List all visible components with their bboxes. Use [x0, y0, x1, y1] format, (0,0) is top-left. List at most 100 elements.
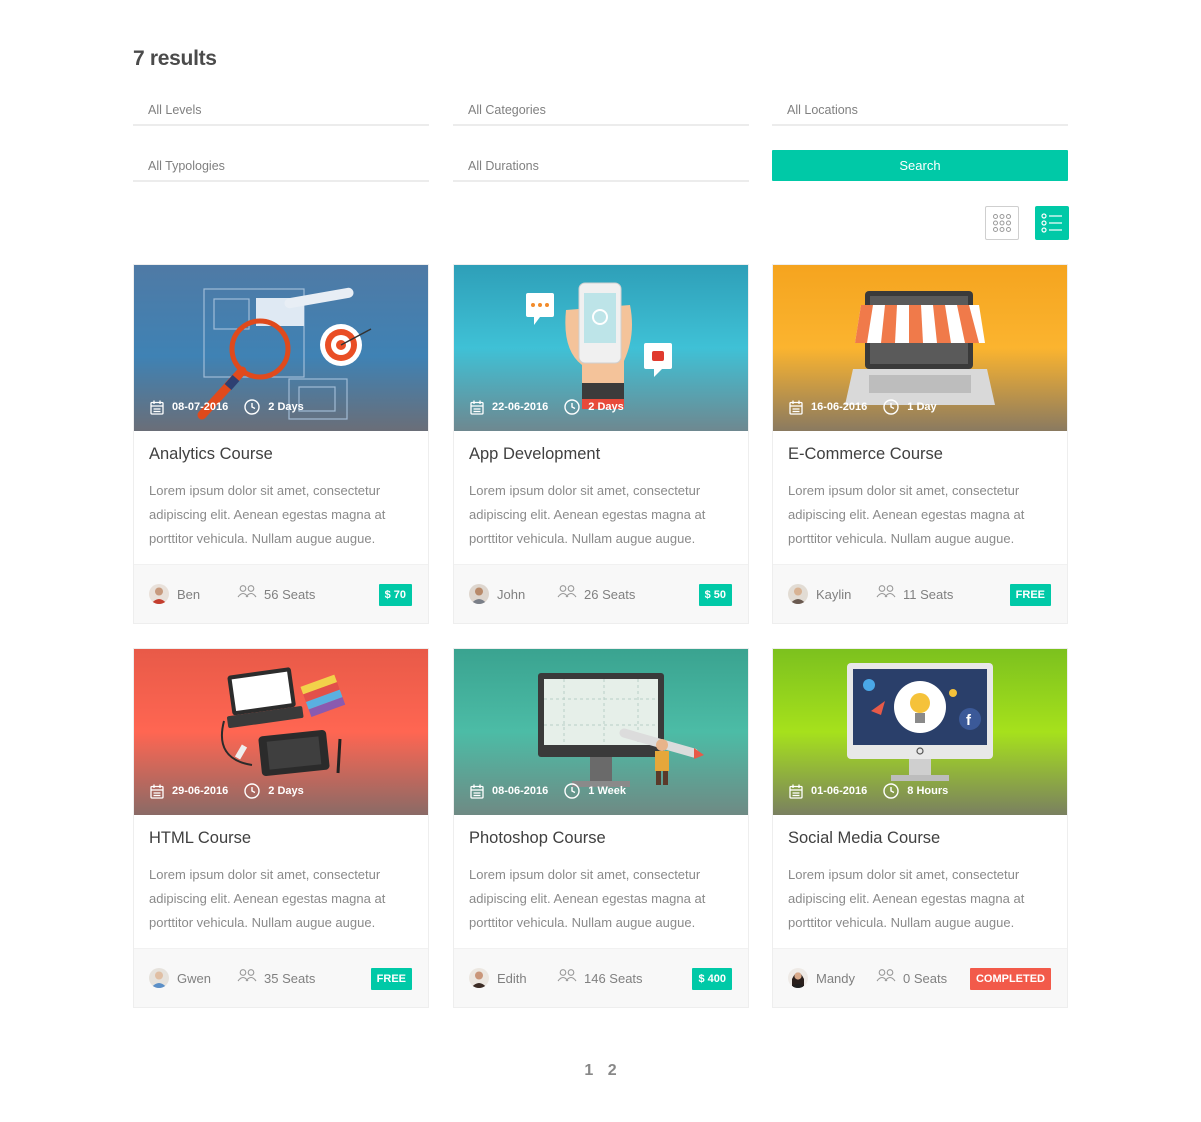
grid-icon	[993, 214, 1011, 232]
typologies-filter-label: All Typologies	[148, 159, 225, 173]
price-badge: $ 50	[698, 584, 732, 606]
course-date: 08-06-2016	[492, 785, 549, 797]
clock-icon	[244, 783, 260, 799]
course-title[interactable]: HTML Course	[149, 829, 251, 848]
course-duration: 1 Week	[588, 785, 626, 797]
results-count: 7 results	[133, 47, 217, 70]
teacher-name[interactable]: Gwen	[177, 971, 211, 986]
price-badge: FREE	[370, 968, 412, 990]
course-description: Lorem ipsum dolor sit amet, consectetur …	[788, 483, 1025, 546]
teacher-name[interactable]: Ben	[177, 587, 200, 602]
status-badge: COMPLETED	[969, 968, 1051, 990]
clock-icon	[564, 783, 580, 799]
course-footer: Ben 56 Seats $ 70	[134, 564, 428, 623]
course-card[interactable]: 08-07-2016 2 Days Analytics Course Lorem…	[133, 264, 429, 624]
avatar	[788, 584, 808, 604]
course-meta: 01-06-2016 8 Hours	[789, 783, 948, 799]
typologies-filter[interactable]: All Typologies	[133, 152, 429, 182]
price-badge: FREE	[1009, 584, 1051, 606]
calendar-icon	[150, 784, 164, 799]
seats-count: 0 Seats	[903, 971, 948, 986]
users-icon	[876, 969, 896, 982]
avatar	[469, 968, 489, 988]
course-image[interactable]: f 01-06-2016 8 Hours	[773, 649, 1067, 815]
course-footer: John 26 Seats $ 50	[454, 564, 748, 623]
price-badge: $ 70	[378, 584, 412, 606]
course-image[interactable]: 29-06-2016 2 Days	[134, 649, 428, 815]
page-link-2[interactable]: 2	[608, 1062, 617, 1079]
course-description: Lorem ipsum dolor sit amet, consectetur …	[469, 867, 706, 930]
teacher-name[interactable]: Edith	[497, 971, 527, 986]
levels-filter-label: All Levels	[148, 103, 202, 117]
durations-filter[interactable]: All Durations	[453, 152, 749, 182]
course-meta: 08-06-2016 1 Week	[470, 783, 626, 799]
course-date: 29-06-2016	[172, 785, 229, 797]
teacher-name[interactable]: Kaylin	[816, 587, 851, 602]
calendar-icon	[470, 784, 484, 799]
course-date: 08-07-2016	[172, 401, 229, 413]
avatar	[788, 968, 808, 988]
course-meta: 29-06-2016 2 Days	[150, 783, 304, 799]
price-badge: $ 400	[692, 968, 732, 990]
list-view-button[interactable]	[1035, 206, 1069, 240]
durations-filter-label: All Durations	[468, 159, 539, 173]
clock-icon	[883, 399, 899, 415]
users-icon	[557, 585, 577, 598]
course-title[interactable]: Social Media Course	[788, 829, 940, 848]
avatar	[149, 584, 169, 604]
search-button[interactable]: Search	[772, 150, 1068, 181]
course-card[interactable]: 08-06-2016 1 Week Photoshop Course Lorem…	[453, 648, 749, 1008]
categories-filter[interactable]: All Categories	[453, 96, 749, 126]
teacher-name[interactable]: Mandy	[816, 971, 855, 986]
list-icon	[1041, 213, 1062, 233]
course-title[interactable]: Photoshop Course	[469, 829, 606, 848]
course-footer: Kaylin 11 Seats FREE	[773, 564, 1067, 623]
course-image[interactable]: 22-06-2016 2 Days	[454, 265, 748, 431]
grid-view-button[interactable]	[985, 206, 1019, 240]
users-icon	[237, 969, 257, 982]
avatar	[469, 584, 489, 604]
calendar-icon	[150, 400, 164, 415]
course-description: Lorem ipsum dolor sit amet, consectetur …	[469, 483, 706, 546]
course-date: 16-06-2016	[811, 401, 868, 413]
categories-filter-label: All Categories	[468, 103, 546, 117]
clock-icon	[883, 783, 899, 799]
course-title[interactable]: E-Commerce Course	[788, 445, 943, 464]
clock-icon	[244, 399, 260, 415]
levels-filter[interactable]: All Levels	[133, 96, 429, 126]
locations-filter[interactable]: All Locations	[772, 96, 1068, 126]
course-duration: 2 Days	[268, 785, 304, 797]
course-image[interactable]: 16-06-2016 1 Day	[773, 265, 1067, 431]
course-card[interactable]: 22-06-2016 2 Days App Development Lorem …	[453, 264, 749, 624]
course-date: 22-06-2016	[492, 401, 549, 413]
clock-icon	[564, 399, 580, 415]
course-footer: Gwen 35 Seats FREE	[134, 948, 428, 1007]
teacher-name[interactable]: John	[497, 587, 525, 602]
users-icon	[557, 969, 577, 982]
calendar-icon	[470, 400, 484, 415]
course-meta: 22-06-2016 2 Days	[470, 399, 624, 415]
course-meta: 08-07-2016 2 Days	[150, 399, 304, 415]
pagination: 1 2	[0, 1062, 1201, 1080]
course-title[interactable]: Analytics Course	[149, 445, 273, 464]
course-image[interactable]: 08-06-2016 1 Week	[454, 649, 748, 815]
calendar-icon	[789, 400, 803, 415]
course-footer: Edith 146 Seats $ 400	[454, 948, 748, 1007]
course-card[interactable]: 16-06-2016 1 Day E-Commerce Course Lorem…	[772, 264, 1068, 624]
page-link-1[interactable]: 1	[584, 1062, 593, 1079]
seats-count: 26 Seats	[584, 587, 636, 602]
course-duration: 8 Hours	[907, 785, 949, 797]
course-meta: 16-06-2016 1 Day	[789, 399, 937, 415]
users-icon	[237, 585, 257, 598]
users-icon	[876, 585, 896, 598]
course-title[interactable]: App Development	[469, 445, 600, 464]
course-card[interactable]: f 01-06-2016 8 Hours Social Media Course…	[772, 648, 1068, 1008]
course-description: Lorem ipsum dolor sit amet, consectetur …	[149, 483, 386, 546]
course-card[interactable]: 29-06-2016 2 Days HTML Course Lorem ipsu…	[133, 648, 429, 1008]
course-image[interactable]: 08-07-2016 2 Days	[134, 265, 428, 431]
course-footer: Mandy 0 Seats COMPLETED	[773, 948, 1067, 1007]
avatar	[149, 968, 169, 988]
course-description: Lorem ipsum dolor sit amet, consectetur …	[788, 867, 1025, 930]
course-duration: 2 Days	[588, 401, 624, 413]
course-duration: 1 Day	[907, 401, 937, 413]
